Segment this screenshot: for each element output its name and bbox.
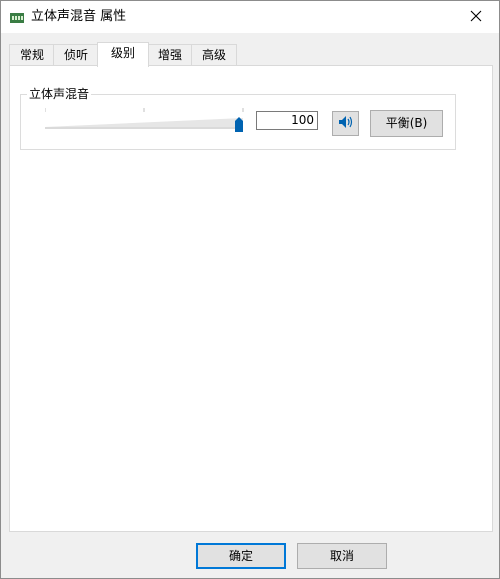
group-label: 立体声混音: [27, 86, 92, 102]
speaker-icon: [338, 115, 354, 132]
stereo-mix-group: 立体声混音 100 平衡(B): [20, 86, 456, 150]
volume-value-field[interactable]: 100: [256, 111, 318, 130]
ok-button[interactable]: 确定: [196, 543, 286, 569]
close-icon: [470, 10, 482, 25]
sound-device-icon: [10, 12, 24, 23]
levels-panel: 立体声混音 100 平衡(B): [9, 65, 493, 532]
cancel-button[interactable]: 取消: [297, 543, 387, 569]
mute-button[interactable]: [332, 111, 359, 136]
properties-dialog: 立体声混音 属性 常规 侦听 级别 增强 高级 立体声混音 100 平衡(B) …: [0, 0, 500, 579]
volume-slider[interactable]: [44, 107, 247, 133]
tab-enhancements[interactable]: 增强: [147, 44, 193, 66]
balance-button[interactable]: 平衡(B): [370, 110, 443, 137]
tab-general[interactable]: 常规: [9, 44, 55, 66]
tab-advanced[interactable]: 高级: [191, 44, 237, 66]
close-button[interactable]: [453, 1, 499, 33]
title-bar: 立体声混音 属性: [1, 1, 499, 33]
window-title: 立体声混音 属性: [31, 9, 127, 24]
tab-listen[interactable]: 侦听: [53, 44, 99, 66]
tab-levels[interactable]: 级别: [97, 42, 149, 67]
